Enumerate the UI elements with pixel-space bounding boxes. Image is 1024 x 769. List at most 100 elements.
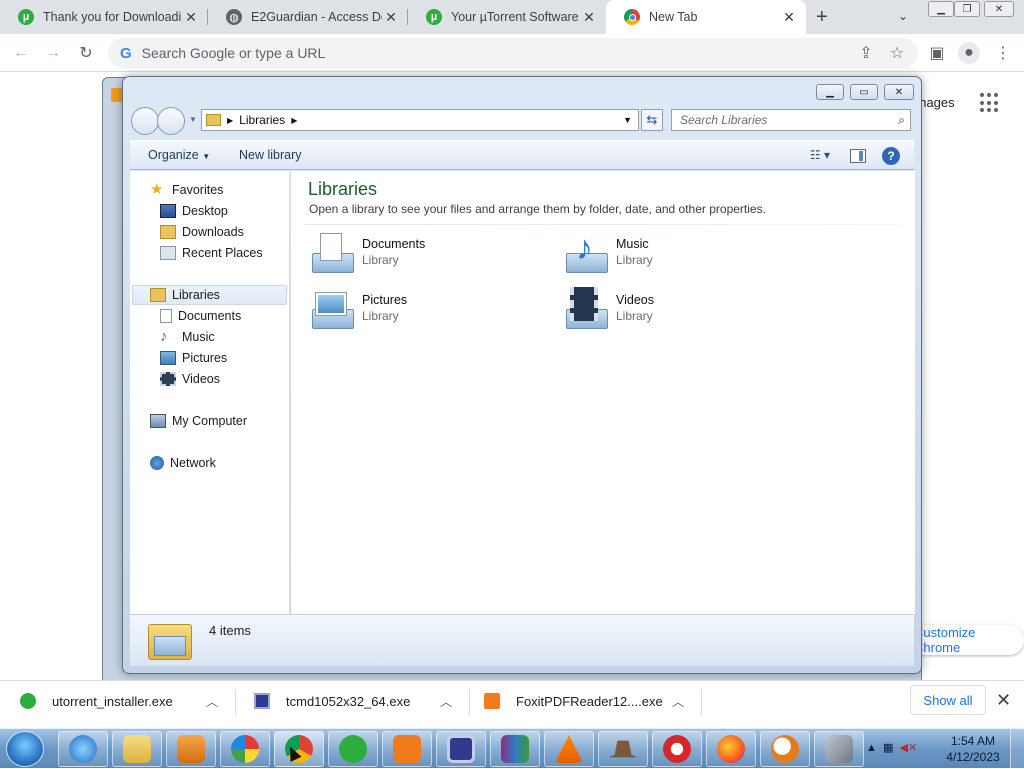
omnibox[interactable]: G Search Google or type a URL bbox=[108, 38, 918, 68]
taskbar-ccleaner-icon[interactable] bbox=[652, 731, 702, 767]
nav-favorites[interactable]: ★ Favorites bbox=[150, 180, 223, 200]
new-library-button[interactable]: New library bbox=[239, 148, 302, 162]
taskbar-ie-icon[interactable] bbox=[58, 731, 108, 767]
taskbar-search-icon[interactable] bbox=[760, 731, 810, 767]
taskbar-floppy-icon[interactable] bbox=[436, 731, 486, 767]
organize-button[interactable]: Organize ▼ bbox=[148, 148, 210, 162]
library-documents[interactable]: Documents Library bbox=[308, 231, 548, 279]
library-music[interactable]: ♪ Music Library bbox=[562, 231, 802, 279]
chevron-up-icon[interactable]: ︿ bbox=[206, 693, 218, 710]
nav-libraries[interactable]: Libraries bbox=[132, 285, 287, 305]
volume-muted-icon[interactable]: ◀✕ bbox=[900, 742, 918, 754]
back-arrow-icon[interactable]: ← bbox=[10, 42, 32, 64]
nav-my-computer[interactable]: My Computer bbox=[150, 411, 247, 431]
download-item[interactable]: utorrent_installer.exe ︿ bbox=[0, 681, 236, 721]
bookmark-star-icon[interactable]: ☆ bbox=[886, 42, 908, 64]
refresh-button[interactable]: ⇆ bbox=[641, 109, 663, 131]
taskbar-camera-icon[interactable] bbox=[220, 731, 270, 767]
tab-search-chevron-icon[interactable]: ⌄ bbox=[898, 9, 908, 23]
navigation-pane: ★ Favorites Desktop Downloads Recent Pla… bbox=[130, 171, 290, 614]
browser-tab-strip: µ Thank you for Downloading ✕ ◍ E2Guardi… bbox=[0, 0, 1024, 34]
taskbar-foxit-icon[interactable] bbox=[382, 731, 432, 767]
search-libraries-input[interactable]: Search Libraries ⌕ bbox=[671, 109, 911, 131]
details-pane: 4 items bbox=[130, 614, 914, 666]
breadcrumb-arrow-icon[interactable]: ▶ bbox=[291, 116, 297, 125]
google-apps-icon[interactable] bbox=[980, 93, 1000, 113]
downloads-bar: utorrent_installer.exe ︿ tcmd1052x32_64.… bbox=[0, 680, 1024, 728]
close-downloads-bar-icon[interactable]: ✕ bbox=[996, 690, 1011, 711]
search-placeholder: Search Libraries bbox=[680, 113, 768, 127]
tab-utorrent-software[interactable]: µ Your µTorrent Software is ✕ bbox=[408, 0, 606, 34]
close-window-button[interactable]: ✕ bbox=[984, 1, 1014, 17]
chevron-up-icon[interactable]: ︿ bbox=[440, 693, 452, 710]
side-panel-icon[interactable]: ▣ bbox=[926, 42, 948, 64]
nav-videos[interactable]: Videos bbox=[160, 369, 220, 389]
show-all-downloads-button[interactable]: Show all bbox=[910, 685, 986, 715]
profile-avatar-icon[interactable]: ● bbox=[958, 42, 980, 64]
taskbar-chrome-icon[interactable] bbox=[274, 731, 324, 767]
tab-thank-you[interactable]: µ Thank you for Downloading ✕ bbox=[0, 0, 208, 34]
minimize-window-button[interactable]: ▁ bbox=[928, 1, 954, 17]
explorer-maximize-button[interactable]: ▭ bbox=[850, 84, 878, 100]
close-tab-icon[interactable]: ✕ bbox=[780, 8, 798, 26]
system-tray[interactable]: ▲ ▦ ◀✕ bbox=[866, 741, 917, 754]
nav-desktop[interactable]: Desktop bbox=[160, 201, 228, 221]
network-icon bbox=[150, 456, 164, 470]
nav-music[interactable]: ♪ Music bbox=[160, 327, 215, 347]
nav-documents[interactable]: Documents bbox=[160, 306, 241, 326]
utorrent-icon: µ bbox=[426, 9, 442, 25]
breadcrumb-libraries[interactable]: Libraries bbox=[239, 113, 285, 127]
nav-downloads[interactable]: Downloads bbox=[160, 222, 244, 242]
libraries-content-pane: Libraries Open a library to see your fil… bbox=[291, 171, 915, 614]
change-view-button[interactable]: ☷ ▾ bbox=[810, 148, 830, 162]
library-pictures[interactable]: Pictures Library bbox=[308, 287, 548, 335]
explorer-minimize-button[interactable]: ▁ bbox=[816, 84, 844, 100]
taskbar-vlc-icon[interactable] bbox=[544, 731, 594, 767]
close-tab-icon[interactable]: ✕ bbox=[182, 8, 200, 26]
help-icon[interactable]: ? bbox=[882, 147, 900, 165]
share-icon[interactable]: ⇪ bbox=[855, 42, 877, 64]
download-item[interactable]: tcmd1052x32_64.exe ︿ bbox=[236, 681, 470, 721]
breadcrumb-arrow-icon[interactable]: ▶ bbox=[227, 116, 233, 125]
clock-time: 1:54 AM bbox=[950, 734, 996, 748]
nav-pictures[interactable]: Pictures bbox=[160, 348, 227, 368]
tray-expand-icon[interactable]: ▲ bbox=[866, 742, 877, 754]
address-dropdown-icon[interactable]: ▼ bbox=[623, 115, 632, 125]
start-button[interactable] bbox=[6, 731, 44, 767]
network-status-icon[interactable]: ▦ bbox=[883, 742, 893, 754]
explorer-forward-button[interactable] bbox=[157, 107, 185, 135]
taskbar-hat-icon[interactable] bbox=[598, 731, 648, 767]
menu-kebab-icon[interactable]: ⋮ bbox=[992, 42, 1014, 64]
taskbar-clock[interactable]: 1:54 AM 4/12/2023 bbox=[944, 733, 1002, 765]
nav-recent-places-label: Recent Places bbox=[182, 246, 263, 260]
forward-arrow-icon[interactable]: → bbox=[42, 42, 64, 64]
tab-e2guardian[interactable]: ◍ E2Guardian - Access Denied ✕ bbox=[208, 0, 408, 34]
taskbar-utorrent-icon[interactable] bbox=[328, 731, 378, 767]
show-desktop-button[interactable] bbox=[1010, 729, 1024, 769]
explorer-back-button[interactable] bbox=[131, 107, 159, 135]
taskbar-explorer-icon[interactable] bbox=[112, 731, 162, 767]
nav-network-label: Network bbox=[170, 456, 216, 470]
address-bar[interactable]: ▶ Libraries ▶ ▼ bbox=[201, 109, 639, 131]
explorer-close-button[interactable]: ✕ bbox=[884, 84, 914, 100]
chevron-up-icon[interactable]: ︿ bbox=[672, 693, 684, 710]
nav-network[interactable]: Network bbox=[150, 453, 216, 473]
search-icon[interactable]: ⌕ bbox=[898, 113, 905, 128]
taskbar-tools-icon[interactable] bbox=[814, 731, 864, 767]
preview-pane-button[interactable] bbox=[850, 149, 866, 163]
close-tab-icon[interactable]: ✕ bbox=[580, 8, 598, 26]
taskbar-media-player-icon[interactable] bbox=[166, 731, 216, 767]
library-type: Library bbox=[362, 253, 399, 267]
reload-icon[interactable]: ↻ bbox=[75, 42, 97, 64]
taskbar-firefox-icon[interactable] bbox=[706, 731, 756, 767]
taskbar-winrar-icon[interactable] bbox=[490, 731, 540, 767]
library-videos[interactable]: Videos Library bbox=[562, 287, 802, 335]
recent-pages-chevron-icon[interactable]: ▼ bbox=[189, 115, 197, 124]
restore-window-button[interactable]: ❐ bbox=[954, 1, 980, 17]
tab-new-tab[interactable]: New Tab ✕ bbox=[606, 0, 806, 34]
download-item[interactable]: FoxitPDFReader12....exe ︿ bbox=[470, 681, 702, 721]
close-tab-icon[interactable]: ✕ bbox=[382, 8, 400, 26]
new-tab-button[interactable]: + bbox=[816, 6, 828, 29]
nav-recent-places[interactable]: Recent Places bbox=[160, 243, 263, 263]
chrome-icon bbox=[624, 9, 640, 25]
